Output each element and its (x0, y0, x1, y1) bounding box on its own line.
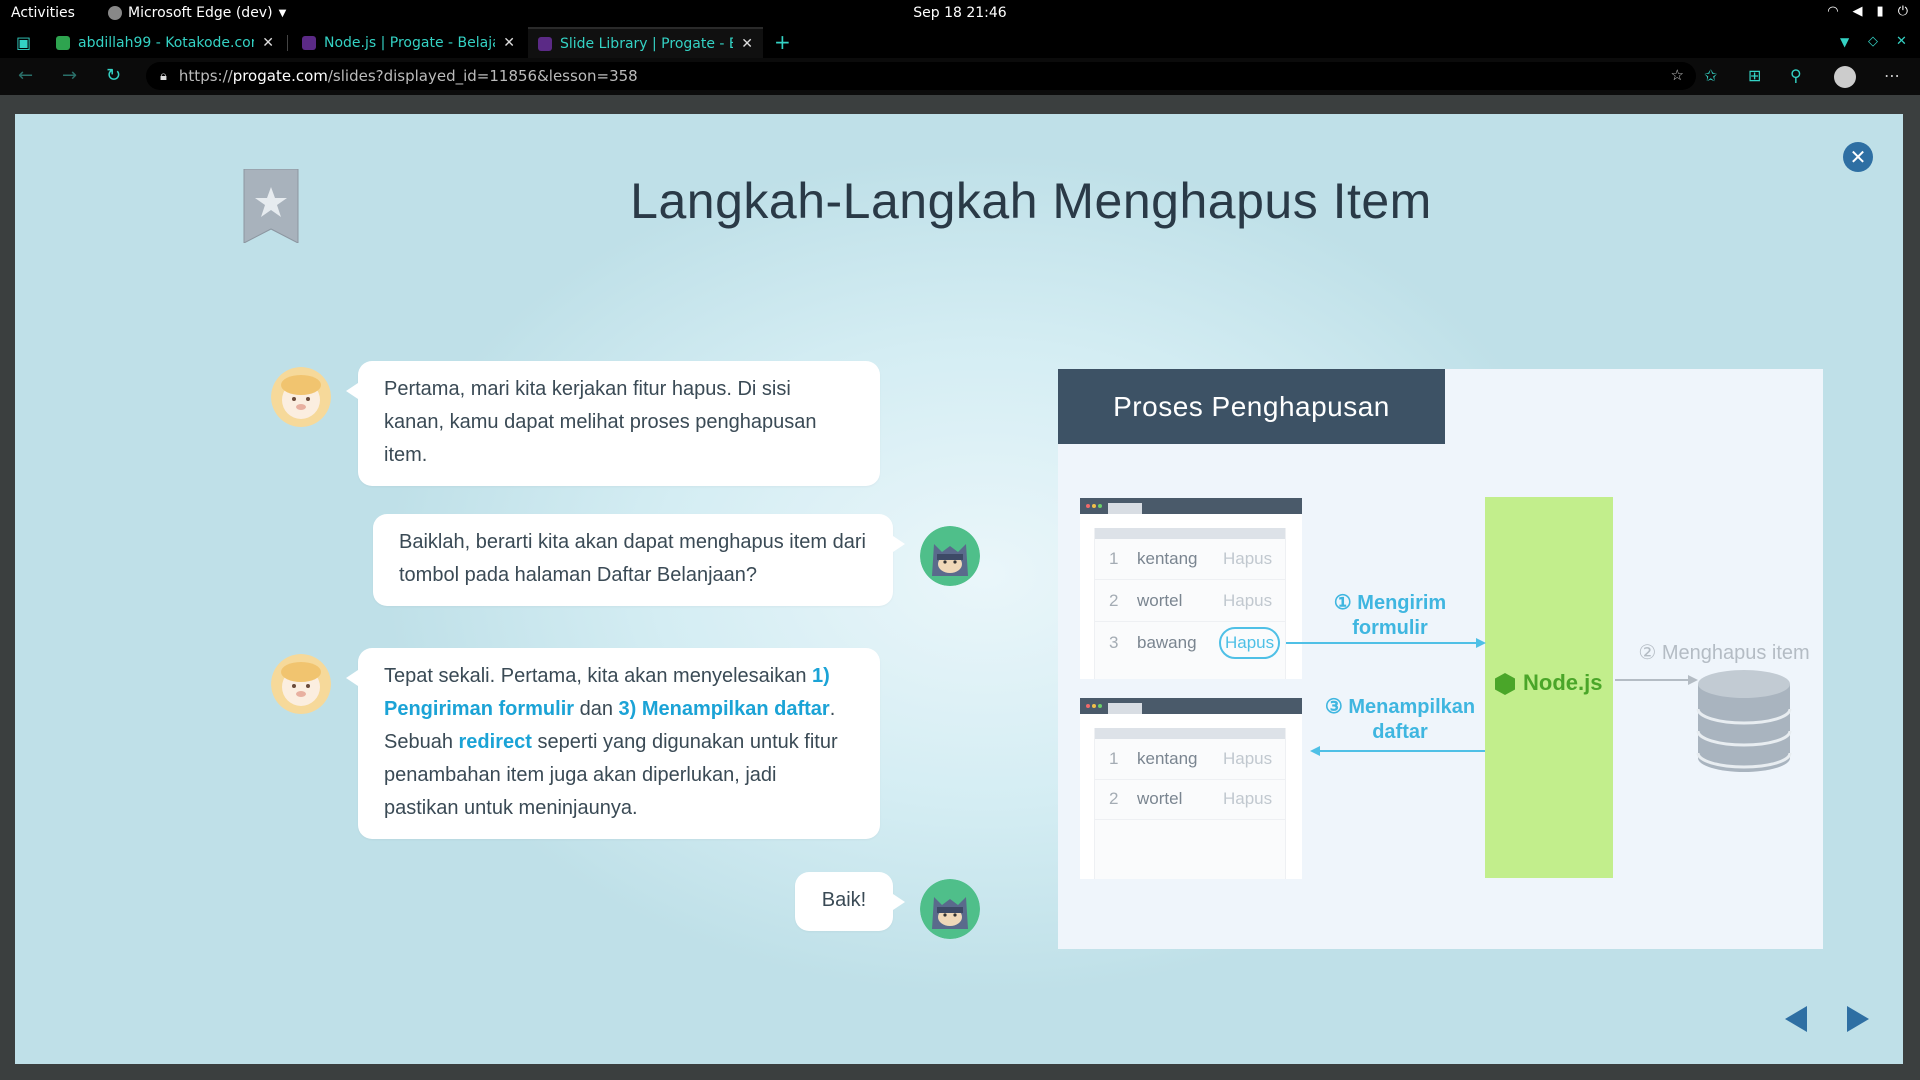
more-menu-icon[interactable]: ⋯ (1884, 66, 1900, 85)
ninja-avatar (920, 526, 980, 586)
step3-label: ③ Menampilkan daftar (1324, 696, 1476, 743)
sheep-avatar (271, 654, 331, 714)
collections-icon[interactable]: ⊞ (1748, 66, 1761, 85)
ninja-avatar (920, 879, 980, 939)
tab-title: Slide Library | Progate - Belajar (560, 35, 733, 52)
activities-button[interactable]: Activities (11, 5, 75, 21)
tab-actions-icon[interactable]: ▣ (16, 33, 31, 52)
volume-icon: ◀ (1852, 4, 1863, 19)
close-tab-icon[interactable]: ✕ (503, 35, 515, 51)
message-bubble: Baik! (795, 872, 905, 931)
progate-favicon-icon (302, 35, 316, 50)
wifi-icon: ◠ (1827, 4, 1839, 19)
extensions-icon[interactable]: ⚲ (1790, 66, 1802, 85)
app-menu[interactable]: Microsoft Edge (dev) ▼ (108, 5, 286, 21)
step1-label: ① Mengirim formulir (1333, 592, 1447, 639)
minimize-icon[interactable]: ◇ (1868, 34, 1878, 49)
close-window-icon[interactable]: ✕ (1896, 34, 1907, 49)
system-top-bar: Activities Microsoft Edge (dev) ▼ Sep 18… (0, 0, 1920, 27)
power-icon: ⏻ (1897, 4, 1908, 19)
tab-list-icon[interactable]: ▼ (1840, 35, 1849, 49)
lock-icon[interactable]: 🔒︎ (160, 69, 167, 84)
message-bubble: Pertama, mari kita kerjakan fitur hapus.… (346, 361, 880, 486)
tab-separator (287, 35, 288, 51)
message-bubble: Baiklah, berarti kita akan dapat menghap… (373, 514, 905, 606)
tab-nodejs-progate[interactable]: Node.js | Progate - Belajar ✕ (292, 27, 525, 58)
slide-title: Langkah-Langkah Menghapus Item (630, 173, 1432, 229)
close-slide-button[interactable]: ✕ (1843, 142, 1873, 172)
close-tab-icon[interactable]: ✕ (262, 35, 274, 51)
page-content: ✕ Langkah-Langkah Menghapus Item Pertama… (0, 95, 1920, 1080)
tab-title: Node.js | Progate - Belajar (324, 34, 496, 51)
close-tab-icon[interactable]: ✕ (741, 36, 753, 52)
refresh-icon[interactable]: ↻ (106, 65, 121, 86)
add-favorite-icon[interactable]: ☆ (1671, 66, 1684, 84)
forward-icon[interactable]: → (62, 65, 77, 86)
next-slide-button[interactable] (1847, 1006, 1869, 1032)
url-text[interactable]: https://progate.com/slides?displayed_id=… (179, 67, 638, 85)
deletion-process-diagram: Proses Penghapusan 1 kentang Hapus 2 wortel… (1058, 369, 1823, 949)
message-bubble-highlighted: Tepat sekali. Pertama, kita akan menyele… (346, 648, 880, 839)
edge-dev-icon (108, 6, 122, 20)
profile-avatar[interactable] (1834, 66, 1856, 88)
back-icon[interactable]: ← (18, 65, 33, 86)
slide-modal: ✕ Langkah-Langkah Menghapus Item Pertama… (15, 114, 1903, 1064)
address-row: ← → ↻ 🔒︎ https://progate.com/slides?disp… (0, 58, 1920, 95)
favorites-icon[interactable]: ✩ (1704, 66, 1717, 85)
tab-kotakode[interactable]: abdillah99 - Kotakode.com ✕ (46, 27, 284, 58)
address-bar[interactable]: 🔒︎ https://progate.com/slides?displayed_… (146, 62, 1696, 90)
tab-title: abdillah99 - Kotakode.com (78, 34, 255, 51)
kotakode-favicon-icon (56, 35, 70, 50)
clock[interactable]: Sep 18 21:46 (0, 5, 1920, 21)
app-name: Microsoft Edge (dev) (128, 5, 273, 21)
battery-icon: ▮ (1876, 4, 1884, 19)
new-tab-icon[interactable]: + (774, 30, 791, 54)
highlight-menampilkan-daftar: 3) Menampilkan daftar (618, 698, 830, 720)
tab-strip: ▣ abdillah99 - Kotakode.com ✕ Node.js | … (0, 27, 1920, 58)
chevron-down-icon: ▼ (278, 7, 287, 19)
sheep-avatar (271, 367, 331, 427)
progate-favicon-icon (538, 36, 552, 51)
system-tray[interactable]: ◠ ◀ ▮ ⏻ (1827, 4, 1908, 19)
highlight-redirect: redirect (458, 731, 532, 753)
database-icon (1696, 670, 1792, 772)
previous-slide-button[interactable] (1785, 1006, 1807, 1032)
tab-slide-library[interactable]: Slide Library | Progate - Belajar ✕ (528, 27, 763, 58)
step2-label: ② Menghapus item (1638, 642, 1810, 664)
